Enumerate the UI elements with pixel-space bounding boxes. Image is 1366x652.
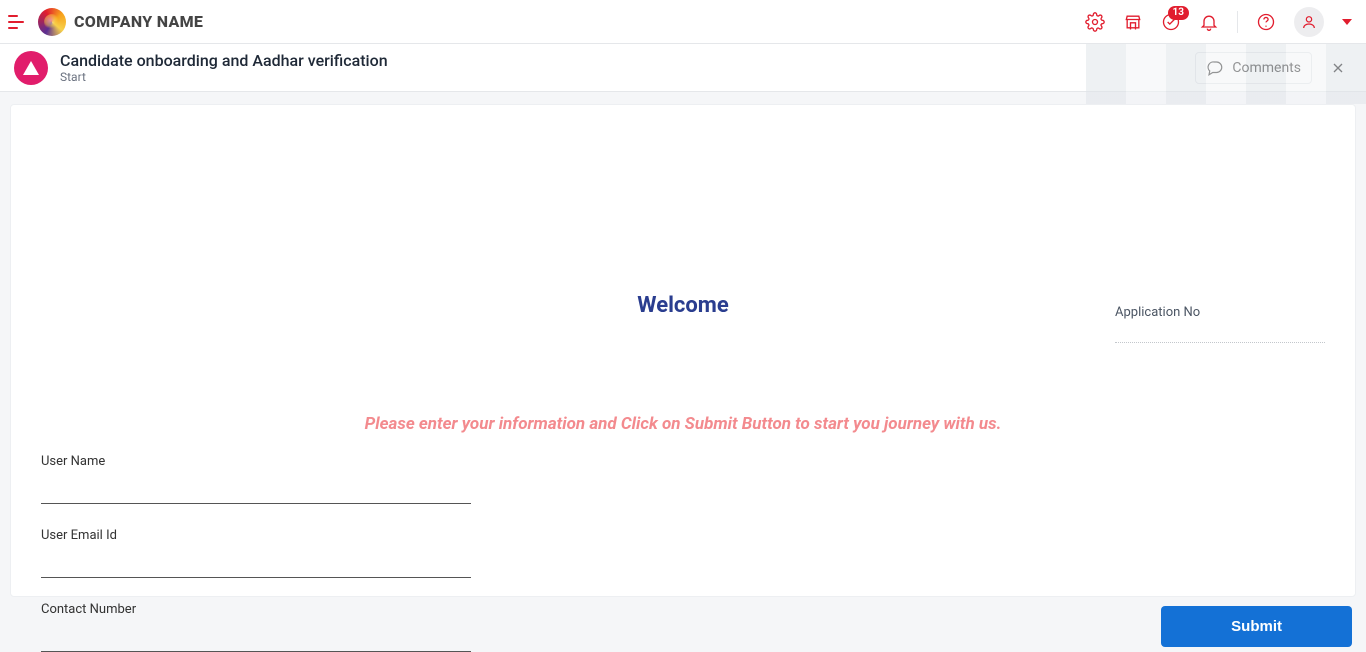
contact-number-input[interactable] — [41, 636, 471, 652]
application-no-underline — [1115, 342, 1325, 343]
topnav: COMPANY NAME 13 — [0, 0, 1366, 44]
form-area: User Name User Email Id Contact Number — [41, 454, 471, 652]
store-icon[interactable] — [1123, 12, 1143, 32]
avatar[interactable] — [1294, 7, 1324, 37]
gear-icon[interactable] — [1085, 12, 1105, 32]
user-name-field: User Name — [41, 454, 471, 504]
process-titles: Candidate onboarding and Aadhar verifica… — [60, 51, 388, 84]
help-icon[interactable] — [1256, 12, 1276, 32]
user-email-field: User Email Id — [41, 528, 471, 578]
brand-name: COMPANY NAME — [74, 12, 203, 31]
process-badge-icon — [14, 51, 48, 85]
user-name-label: User Name — [41, 454, 471, 469]
tasks-icon[interactable]: 13 — [1161, 12, 1181, 32]
brand[interactable]: COMPANY NAME — [38, 8, 203, 36]
contact-number-field: Contact Number — [41, 602, 471, 652]
bell-icon[interactable] — [1199, 12, 1219, 32]
application-no-label: Application No — [1115, 305, 1325, 320]
application-no-block: Application No — [1115, 305, 1325, 343]
user-name-input[interactable] — [41, 488, 471, 504]
separator — [1237, 11, 1238, 33]
main-panel: Application No Welcome Please enter your… — [10, 104, 1356, 597]
process-subtitle: Start — [60, 70, 388, 84]
brand-logo-icon — [38, 8, 66, 36]
instructions-text: Please enter your information and Click … — [35, 414, 1331, 434]
nav-icons: 13 — [1085, 7, 1352, 37]
backdrop-decoration — [1086, 44, 1366, 104]
user-email-input[interactable] — [41, 562, 471, 578]
user-menu-caret-icon[interactable] — [1342, 19, 1352, 25]
contact-number-label: Contact Number — [41, 602, 471, 617]
menu-toggle[interactable] — [8, 12, 28, 32]
submit-button[interactable]: Submit — [1161, 606, 1352, 647]
tasks-badge: 13 — [1168, 6, 1189, 20]
user-email-label: User Email Id — [41, 528, 471, 543]
process-title: Candidate onboarding and Aadhar verifica… — [60, 51, 388, 70]
